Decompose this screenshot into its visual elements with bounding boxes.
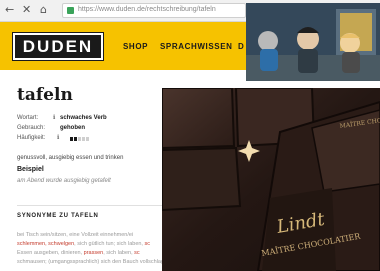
synonym-link[interactable]: sc — [145, 241, 151, 247]
beispiel-text: am Abend wurde ausgiebig getafelt — [17, 178, 111, 184]
close-icon[interactable]: ✕ — [22, 3, 31, 17]
synonym-line: Essen ausgeben, dinieren, prassen, sich … — [17, 250, 140, 256]
frequency-segment — [74, 137, 77, 141]
synonym-text: bei Tisch sein/sitzen, eine Vollzeit ein… — [17, 232, 134, 238]
synonym-link[interactable]: prassen — [84, 250, 104, 256]
cartoon-scene-image — [246, 3, 380, 81]
info-icon[interactable]: ℹ — [57, 134, 59, 142]
frequency-segment — [78, 137, 81, 141]
logo-text: DUDEN — [22, 37, 94, 56]
address-bar[interactable]: https://www.duden.de/rechtschreibung/taf… — [62, 3, 246, 18]
synonyms-heading: SYNONYME ZU TAFELN — [17, 213, 99, 219]
url-text[interactable]: https://www.duden.de/rechtschreibung/taf… — [78, 6, 216, 13]
synonym-text: schmausen; — [17, 259, 49, 265]
synonym-link[interactable]: sc — [134, 250, 140, 256]
lock-icon — [67, 7, 74, 14]
duden-logo[interactable]: DUDEN — [12, 32, 104, 61]
frequency-indicator — [70, 136, 89, 141]
chocolate-photo: Lindt MAÎTRE CHOCOLATIER MAÎTRE CHOC — [162, 88, 380, 271]
wortart-row: Wortart: ℹ schwaches Verb — [17, 114, 107, 122]
page-title: tafeln — [17, 85, 73, 105]
wortart-value: schwaches Verb — [60, 115, 107, 121]
synonym-text: , sich laben, — [103, 250, 135, 256]
nav-shop[interactable]: SHOP — [123, 42, 148, 51]
synonym-line: schmausen; (umgangssprachlich) sich den … — [17, 259, 170, 265]
definition-text: genussvoll, ausgiebig essen und trinken — [17, 155, 124, 161]
haeufigkeit-label: Häufigkeit: — [17, 135, 46, 141]
chocolate-bar-image: Lindt MAÎTRE CHOCOLATIER MAÎTRE CHOC — [162, 88, 380, 271]
beispiel-label: Beispiel — [17, 166, 44, 173]
frequency-segment — [86, 137, 89, 141]
nav-sprachwissen[interactable]: SPRACHWISSEN — [160, 42, 233, 51]
frequency-segment — [70, 137, 73, 141]
home-icon[interactable]: ⌂ — [40, 3, 47, 17]
frequency-segment — [82, 137, 85, 141]
synonym-text: (umgangssprachlich) sich den Bauch volls… — [48, 259, 171, 265]
info-icon[interactable]: ℹ — [53, 114, 55, 122]
gebrauch-row: Gebrauch: gehoben — [17, 124, 85, 132]
haeufigkeit-row: Häufigkeit: ℹ — [17, 134, 89, 142]
synonym-line: schlemmen, schwelgen, sich gütlich tun; … — [17, 241, 150, 247]
divider — [17, 205, 163, 206]
video-thumbnail[interactable] — [246, 3, 380, 81]
back-arrow-icon[interactable]: ← — [5, 3, 14, 17]
synonym-link[interactable]: schlemmen, schwelgen — [17, 241, 74, 247]
wortart-label: Wortart: — [17, 115, 39, 121]
synonym-line: bei Tisch sein/sitzen, eine Vollzeit ein… — [17, 232, 133, 238]
gebrauch-value: gehoben — [60, 125, 85, 131]
synonym-text: Essen ausgeben, dinieren, — [17, 250, 84, 256]
nav-more[interactable]: D — [238, 42, 244, 51]
synonym-text: , sich gütlich tun; sich laben, — [74, 241, 145, 247]
gebrauch-label: Gebrauch: — [17, 125, 46, 131]
